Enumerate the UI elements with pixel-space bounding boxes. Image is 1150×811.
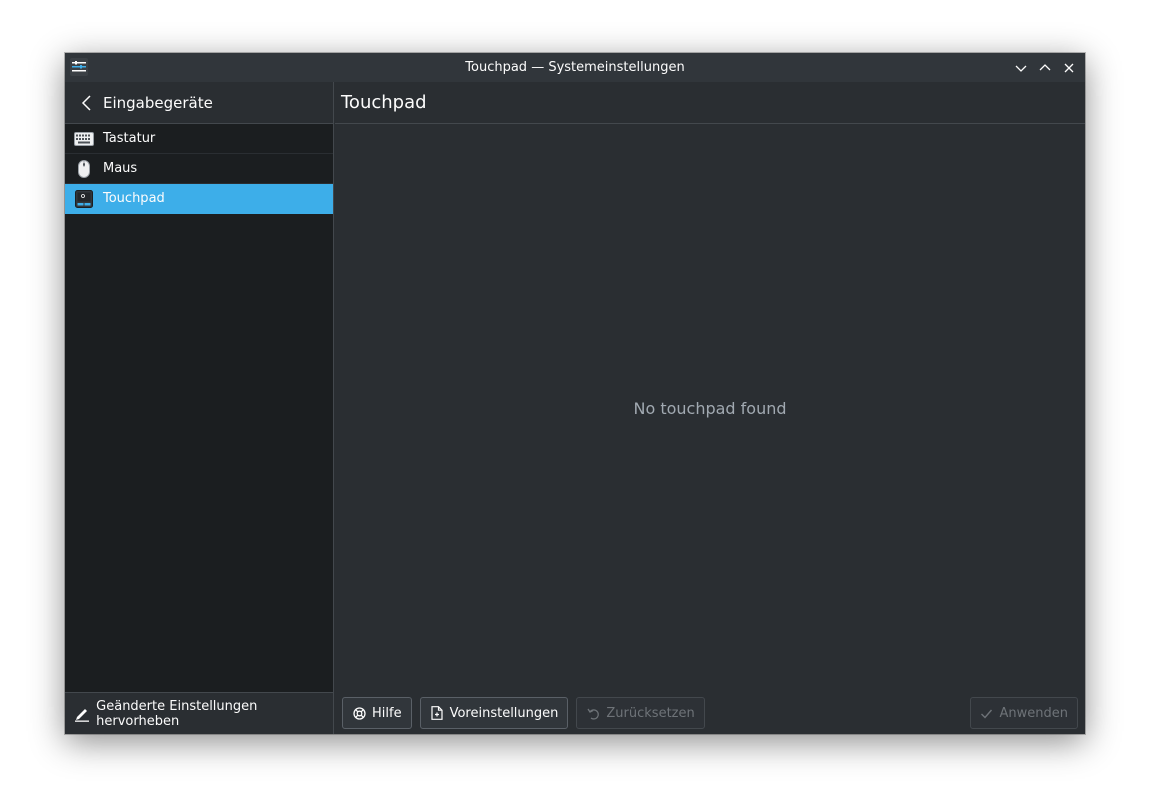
- sidebar-item-label: Tastatur: [103, 131, 156, 146]
- touchpad-icon: [74, 189, 94, 209]
- reset-button[interactable]: Zurücksetzen: [576, 697, 705, 729]
- mouse-icon: [74, 159, 94, 179]
- category-list: Tastatur Maus Touchpad: [65, 124, 333, 214]
- defaults-button-label: Voreinstellungen: [449, 705, 559, 721]
- sidebar-item-label: Maus: [103, 161, 138, 176]
- pen-icon: [73, 705, 90, 723]
- apply-button-label: Anwenden: [999, 705, 1069, 721]
- minimize-button[interactable]: [1009, 56, 1033, 80]
- sidebar-item-touchpad[interactable]: Touchpad: [65, 184, 333, 214]
- chevron-left-icon: [81, 94, 91, 111]
- maximize-button[interactable]: [1033, 56, 1057, 80]
- sidebar-header: Eingabegeräte: [65, 82, 333, 124]
- app-menu-icon[interactable]: [70, 58, 88, 76]
- close-button[interactable]: [1057, 56, 1081, 80]
- close-icon: [1064, 63, 1074, 72]
- highlight-changed-label: Geänderte Einstellungen hervorheben: [96, 698, 258, 729]
- empty-state-message: No touchpad found: [633, 398, 787, 418]
- chevron-down-icon: [1015, 65, 1027, 72]
- checkmark-icon: [980, 706, 994, 720]
- page-title: Touchpad: [335, 82, 1085, 124]
- keyboard-icon: [74, 129, 94, 149]
- sidebar-item-tastatur[interactable]: Tastatur: [65, 124, 333, 154]
- content-area: No touchpad found: [335, 124, 1085, 692]
- sidebar-item-maus[interactable]: Maus: [65, 154, 333, 184]
- settings-window: Touchpad — Systemeinstellungen Eingabege…: [65, 53, 1085, 734]
- document-defaults-icon: [430, 706, 444, 720]
- chevron-up-icon: [1039, 63, 1051, 70]
- sidebar-header-label: Eingabegeräte: [103, 93, 213, 112]
- window-controls: [1009, 53, 1081, 82]
- reset-button-label: Zurücksetzen: [606, 705, 695, 721]
- main-panel: Touchpad No touchpad found Hilfe Voreins…: [335, 82, 1085, 734]
- sidebar: Eingabegeräte Tastatur Maus Touchpad Geä…: [65, 82, 334, 734]
- defaults-button[interactable]: Voreinstellungen: [419, 697, 569, 729]
- help-button-label: Hilfe: [372, 705, 402, 721]
- undo-icon: [586, 706, 600, 720]
- window-title: Touchpad — Systemeinstellungen: [465, 60, 685, 75]
- help-button[interactable]: Hilfe: [342, 697, 412, 729]
- back-button[interactable]: [77, 93, 97, 113]
- titlebar[interactable]: Touchpad — Systemeinstellungen: [65, 53, 1085, 82]
- bottom-button-bar: Hilfe Voreinstellungen Zurücksetzen Anwe…: [335, 692, 1085, 734]
- sidebar-item-label: Touchpad: [103, 191, 165, 206]
- apply-button[interactable]: Anwenden: [969, 697, 1078, 729]
- highlight-changed-settings-button[interactable]: Geänderte Einstellungen hervorheben: [65, 692, 333, 734]
- lifebuoy-icon: [352, 706, 366, 720]
